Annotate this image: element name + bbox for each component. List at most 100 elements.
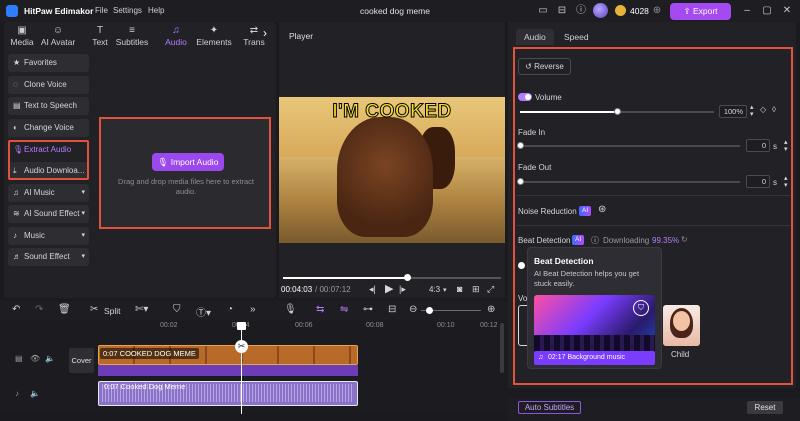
highlight-extract-audio (8, 140, 89, 180)
delete-icon[interactable]: 🗑 (58, 304, 71, 315)
auto-subtitles-button[interactable]: Auto Subtitles (518, 401, 581, 414)
speed-icon[interactable]: ◔ (227, 304, 233, 315)
divider (516, 225, 790, 226)
chevron-down-icon: ▾ (81, 189, 85, 196)
video-preview[interactable]: I'M COOKED (279, 97, 505, 243)
download-icon[interactable]: ⊛ (598, 204, 606, 215)
fade-in-knob[interactable] (517, 142, 524, 149)
volume-value[interactable]: 100% (719, 105, 747, 118)
sidebar-item-favorites[interactable]: ★ Favorites (8, 54, 89, 72)
redo-icon[interactable]: ↷ (35, 304, 43, 315)
fullscreen-icon[interactable]: ⤢ (487, 284, 494, 295)
sidebar-item-clone-voice[interactable]: ◌ Clone Voice (8, 76, 89, 94)
aspect-ratio-select[interactable]: 4:3 (429, 285, 440, 294)
sidebar-item-change-voice[interactable]: ◐ Change Voice (8, 119, 89, 137)
mute-icon[interactable]: 🔈 (30, 389, 40, 398)
audio-icon: ♫ (172, 25, 180, 36)
track-icon[interactable]: ⊶ (363, 304, 373, 315)
menu-help[interactable]: Help (148, 6, 164, 15)
record-voice-icon[interactable]: 🎙 (284, 304, 297, 315)
tab-subtitles[interactable]: ≡ Subtitles (114, 25, 150, 47)
menu-settings[interactable]: Settings (113, 6, 142, 15)
screen-icon[interactable]: ▭ (537, 5, 549, 17)
visibility-icon[interactable]: 👁 (30, 354, 40, 363)
chevron-down-icon[interactable]: ▾ (443, 286, 447, 294)
minimize-icon[interactable]: – (741, 5, 753, 17)
reverse-button[interactable]: ↺ Reverse (518, 58, 571, 75)
playhead-handle[interactable] (237, 322, 246, 330)
save-icon[interactable]: ⊟ (556, 5, 568, 17)
sidebar-item-text-to-speech[interactable]: ▤ Text to Speech (8, 97, 89, 115)
mute-icon[interactable]: 🔈 (45, 354, 55, 363)
zoom-knob[interactable] (426, 307, 433, 314)
progress-knob[interactable] (404, 274, 412, 281)
info-icon[interactable]: ⓘ (591, 235, 599, 246)
split-icon[interactable]: ✂ (90, 304, 98, 315)
play-icon[interactable]: ▶ (385, 282, 393, 295)
undo-icon[interactable]: ↶ (12, 304, 20, 315)
fade-in-stepper-icon[interactable]: ▴ ▾ (784, 139, 788, 153)
split-label[interactable]: Split (104, 306, 121, 316)
reset-keyframe-icon[interactable]: ◇ (760, 105, 766, 114)
snap-icon[interactable]: ⇋ (340, 304, 348, 315)
import-dropzone[interactable]: 🎙 Import Audio Drag and drop media files… (99, 117, 271, 229)
close-icon[interactable]: ✕ (781, 5, 793, 17)
fade-out-value[interactable]: 0 (746, 175, 770, 188)
zoom-in-icon[interactable]: ⊕ (487, 304, 495, 315)
fit-icon[interactable]: ⊟ (388, 304, 396, 315)
stepper-icon[interactable]: ▴ ▾ (750, 104, 754, 118)
next-frame-icon[interactable]: |▸ (399, 284, 406, 295)
sidebar-item-sound-effect[interactable]: ♬ Sound Effect ▾ (8, 248, 89, 266)
timeline-scrollbar[interactable] (500, 323, 504, 373)
sidebar-item-ai-music[interactable]: ♫ AI Music ▾ (8, 184, 89, 202)
grid-icon[interactable]: ⊞ (472, 284, 480, 295)
tabs-next-icon[interactable]: › (263, 26, 267, 40)
child-voice-card[interactable] (663, 305, 700, 346)
volume-toggle[interactable] (518, 93, 532, 101)
text-tool-icon[interactable]: Ⓣ▾ (196, 304, 211, 319)
cover-button[interactable]: Cover (69, 348, 94, 373)
child-label: Child (671, 350, 690, 359)
tooltip-body: AI Beat Detection helps you get stuck ea… (534, 269, 640, 288)
tab-audio[interactable]: Audio (516, 29, 554, 45)
fade-out-knob[interactable] (517, 178, 524, 185)
sidebar-item-ai-sound-effect[interactable]: ≋ AI Sound Effect ▾ (8, 205, 89, 223)
zoom-out-icon[interactable]: ⊖ (409, 304, 417, 315)
keyframe-icon[interactable]: ◊ (772, 105, 776, 114)
music-note-icon: ♫ (538, 354, 544, 361)
credits-count: 4028 (630, 6, 649, 16)
chevron-down-icon: ▾ (81, 253, 85, 260)
fade-in-slider[interactable] (520, 145, 740, 147)
info-icon[interactable]: ⓘ (575, 5, 587, 17)
fade-in-value[interactable]: 0 (746, 139, 770, 152)
fade-out-slider[interactable] (520, 181, 740, 183)
snapshot-icon[interactable]: ◙ (457, 284, 462, 294)
fade-out-stepper-icon[interactable]: ▴ ▾ (784, 175, 788, 189)
tab-audio[interactable]: ♫ Audio (158, 25, 194, 47)
menu-file[interactable]: File (95, 6, 108, 15)
tab-elements[interactable]: ✦ Elements (196, 25, 232, 47)
cut-options-icon[interactable]: ✄▾ (135, 304, 148, 315)
sidebar-item-label: Change Voice (24, 123, 74, 132)
tab-speed[interactable]: Speed (556, 29, 597, 45)
tab-ai-avatar[interactable]: ☺ AI Avatar (40, 25, 76, 47)
tab-media[interactable]: ▣ Media (4, 25, 40, 47)
tab-text[interactable]: T Text (82, 25, 118, 47)
export-button[interactable]: ⇪ Export (670, 3, 731, 20)
scissors-icon[interactable]: ✂ (235, 340, 248, 353)
playhead[interactable] (241, 324, 242, 414)
volume-knob[interactable] (614, 108, 621, 115)
prev-frame-icon[interactable]: ◂| (369, 284, 376, 295)
sidebar-item-music[interactable]: ♪ Music ▾ (8, 227, 89, 245)
link-clips-icon[interactable]: ⇆ (316, 304, 324, 315)
user-avatar[interactable] (593, 3, 608, 18)
more-icon[interactable]: » (250, 304, 256, 315)
shield-icon[interactable]: ⛉ (173, 304, 181, 315)
tab-label: Subtitles (115, 37, 149, 47)
beat-radio[interactable] (518, 262, 525, 269)
add-credits-icon[interactable]: ⊕ (651, 5, 663, 17)
reset-button[interactable]: Reset (747, 401, 783, 414)
import-audio-button[interactable]: 🎙 Import Audio (152, 153, 224, 171)
maximize-icon[interactable]: ▢ (761, 5, 773, 17)
fade-out-label: Fade Out (518, 163, 552, 172)
